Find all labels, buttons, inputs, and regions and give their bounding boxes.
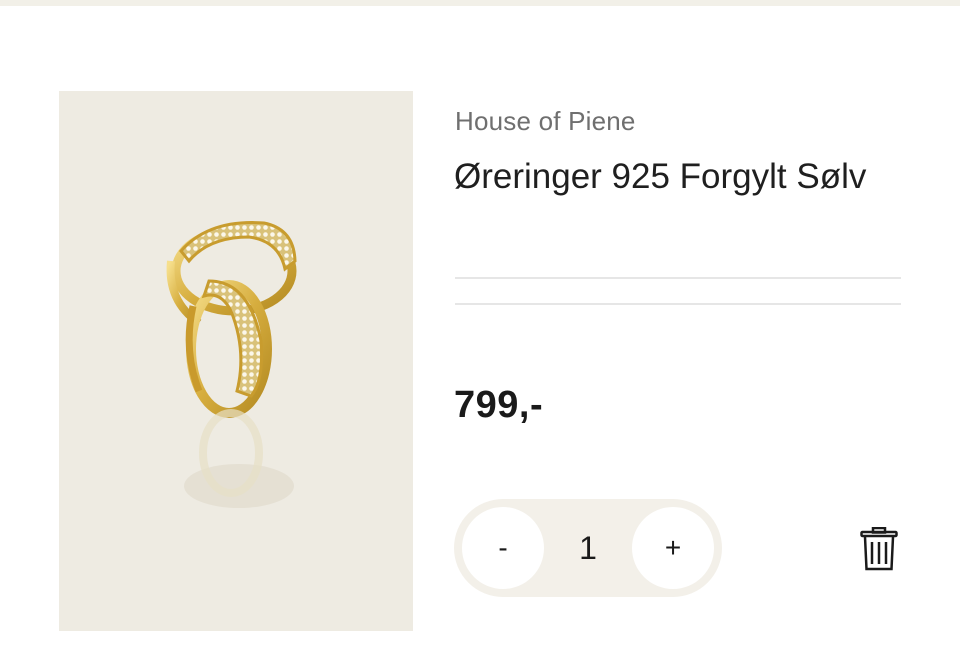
product-title[interactable]: Øreringer 925 Forgylt Sølv xyxy=(454,150,914,204)
quantity-stepper: - 1 + xyxy=(454,499,722,597)
earrings-illustration xyxy=(166,221,297,508)
top-strip xyxy=(0,0,960,6)
divider xyxy=(455,303,901,305)
decrement-button[interactable]: - xyxy=(462,507,544,589)
trash-icon[interactable] xyxy=(860,526,898,571)
brand-name: House of Piene xyxy=(455,106,636,136)
quantity-value: 1 xyxy=(579,529,597,566)
divider xyxy=(455,277,901,279)
product-price: 799,- xyxy=(454,384,544,426)
product-image[interactable] xyxy=(59,91,413,631)
increment-button[interactable]: + xyxy=(632,507,714,589)
